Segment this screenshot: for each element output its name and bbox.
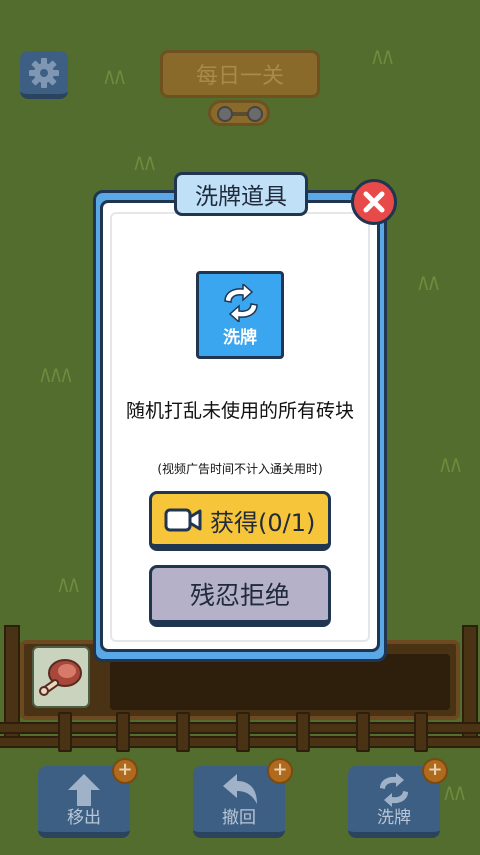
- tray-tile[interactable]: [32, 646, 90, 708]
- shuffle-item-card: 洗牌: [196, 271, 284, 359]
- add-badge[interactable]: +: [267, 758, 293, 784]
- grass-decoration: ʌʌ: [372, 41, 394, 72]
- dialog-title: 洗牌道具: [174, 172, 308, 216]
- ham-icon: [39, 659, 82, 696]
- fence-post: [356, 712, 370, 752]
- settings-button[interactable]: [20, 51, 68, 99]
- gear-icon: [29, 57, 59, 88]
- shuffle-button[interactable]: 洗牌 +: [348, 758, 448, 838]
- shuffle-label: 洗牌: [377, 808, 411, 828]
- card-label: 洗牌: [223, 328, 257, 348]
- ad-time-note: (视频广告时间不计入通关用时): [157, 462, 323, 476]
- get-item-button[interactable]: 获得(0/1): [149, 491, 331, 551]
- close-icon: [363, 191, 385, 213]
- tray-slot-area: [110, 654, 450, 710]
- grass-decoration: ʌʌʌ: [40, 359, 72, 390]
- fence-post: [414, 712, 428, 752]
- daily-level-button[interactable]: 每日一关: [160, 50, 320, 98]
- grass-decoration: ʌʌ: [104, 61, 126, 92]
- toggle-knob-left: [217, 106, 233, 122]
- toggle-knob-right: [247, 106, 263, 122]
- refuse-button[interactable]: 残忍拒绝: [149, 565, 331, 627]
- move-out-button[interactable]: 移出 +: [38, 758, 138, 838]
- undo-label: 撤回: [222, 808, 256, 828]
- fence-post: [116, 712, 130, 752]
- grass-decoration: ʌʌ: [134, 147, 156, 178]
- grass-decoration: ʌʌ: [418, 267, 440, 298]
- get-item-label: 获得(0/1): [210, 509, 316, 537]
- fence-post: [58, 712, 72, 752]
- add-badge[interactable]: +: [422, 758, 448, 784]
- fence-post: [236, 712, 250, 752]
- dialog-description: 随机打乱未使用的所有砖块: [125, 400, 354, 422]
- fence-post: [296, 712, 310, 752]
- shuffle-icon: [224, 284, 258, 322]
- add-badge[interactable]: +: [112, 758, 138, 784]
- level-toggle[interactable]: [208, 100, 270, 126]
- grass-decoration: ʌʌ: [444, 777, 466, 808]
- undo-button[interactable]: 撤回 +: [193, 758, 293, 838]
- grass-decoration: ʌʌ: [440, 449, 462, 480]
- move-out-label: 移出: [67, 808, 101, 828]
- close-button[interactable]: [351, 179, 397, 225]
- fence: [0, 712, 480, 752]
- grass-decoration: ʌʌ: [58, 569, 80, 600]
- fence-post: [176, 712, 190, 752]
- video-camera-icon: [164, 508, 202, 532]
